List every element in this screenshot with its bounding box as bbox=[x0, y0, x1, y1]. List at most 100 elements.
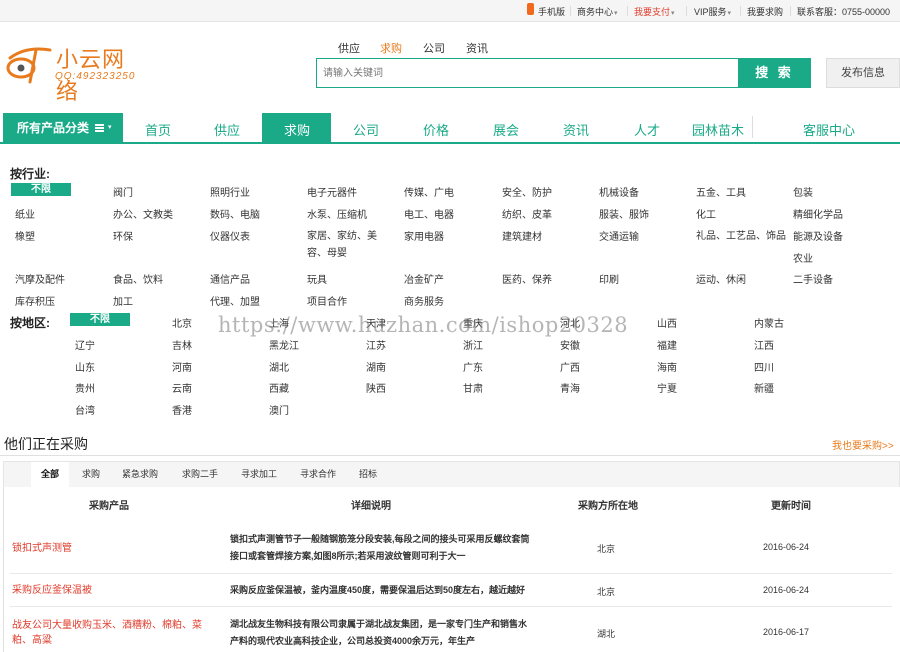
region-filter-item[interactable]: 台湾 bbox=[75, 402, 95, 417]
nav-supply[interactable]: 供应 bbox=[214, 120, 240, 139]
region-filter-item[interactable]: 江苏 bbox=[366, 337, 386, 352]
pay-menu[interactable]: 我要支付▾ bbox=[634, 5, 675, 18]
nav-home[interactable]: 首页 bbox=[145, 120, 171, 139]
region-filter-item[interactable]: 贵州 bbox=[75, 380, 95, 395]
business-center-menu[interactable]: 商务中心▾ bbox=[577, 5, 618, 18]
industry-filter-item[interactable]: 玩具 bbox=[307, 271, 327, 286]
mobile-version-link[interactable]: 手机版 bbox=[538, 5, 565, 18]
industry-filter-item[interactable]: 包装 bbox=[793, 184, 813, 199]
industry-unlimited-chip[interactable]: 不限 bbox=[11, 183, 71, 196]
industry-filter-item[interactable]: 交通运输 bbox=[599, 228, 639, 243]
purchase-tab-purchase[interactable]: 求购 bbox=[82, 467, 100, 480]
industry-filter-item[interactable]: 库存积压 bbox=[15, 293, 55, 308]
industry-filter-item[interactable]: 运动、休闲 bbox=[696, 271, 746, 286]
region-filter-item[interactable]: 重庆 bbox=[463, 315, 483, 330]
industry-filter-item[interactable]: 电工、电器 bbox=[404, 206, 454, 221]
search-tab-news[interactable]: 资讯 bbox=[466, 40, 488, 56]
site-logo[interactable]: 小云网络 QQ:492323250 bbox=[6, 40, 146, 104]
search-input[interactable] bbox=[317, 59, 738, 87]
industry-filter-item[interactable]: 五金、工具 bbox=[696, 184, 746, 199]
industry-filter-item[interactable]: 纸业 bbox=[15, 206, 35, 221]
region-filter-item[interactable]: 陕西 bbox=[366, 380, 386, 395]
industry-filter-item[interactable]: 机械设备 bbox=[599, 184, 639, 199]
region-filter-item[interactable]: 辽宁 bbox=[75, 337, 95, 352]
region-filter-item[interactable]: 湖北 bbox=[269, 359, 289, 374]
industry-filter-item[interactable]: 安全、防护 bbox=[502, 184, 552, 199]
nav-service-center[interactable]: 客服中心 bbox=[803, 120, 855, 139]
search-button[interactable]: 搜 索 bbox=[738, 58, 811, 88]
industry-filter-item[interactable]: 汽摩及配件 bbox=[15, 271, 65, 286]
region-filter-item[interactable]: 广东 bbox=[463, 359, 483, 374]
industry-filter-item[interactable]: 食品、饮料 bbox=[113, 271, 163, 286]
all-categories-button[interactable]: 所有产品分类 ▾ bbox=[3, 113, 123, 143]
industry-filter-item[interactable]: 精细化学品 bbox=[793, 206, 843, 221]
industry-filter-item[interactable]: 传媒、广电 bbox=[404, 184, 454, 199]
region-filter-item[interactable]: 上海 bbox=[269, 315, 289, 330]
region-filter-item[interactable]: 西藏 bbox=[269, 380, 289, 395]
my-purchase-link[interactable]: 我要求购 bbox=[747, 5, 783, 18]
region-filter-item[interactable]: 宁夏 bbox=[657, 380, 677, 395]
industry-filter-item[interactable]: 代理、加盟 bbox=[210, 293, 260, 308]
region-filter-item[interactable]: 北京 bbox=[172, 315, 192, 330]
region-filter-item[interactable]: 吉林 bbox=[172, 337, 192, 352]
industry-filter-item[interactable]: 水泵、压缩机 bbox=[307, 206, 367, 221]
industry-filter-item[interactable]: 冶金矿产 bbox=[404, 271, 444, 286]
region-filter-item[interactable]: 广西 bbox=[560, 359, 580, 374]
industry-filter-item[interactable]: 化工 bbox=[696, 206, 716, 221]
industry-filter-item[interactable]: 橡塑 bbox=[15, 228, 35, 243]
industry-filter-item[interactable]: 照明行业 bbox=[210, 184, 250, 199]
purchase-tab-all[interactable]: 全部 bbox=[41, 467, 59, 480]
region-filter-item[interactable]: 香港 bbox=[172, 402, 192, 417]
purchase-product-link[interactable]: 战友公司大量收购玉米、酒糟粉、棉粕、菜粕、高粱 bbox=[12, 618, 217, 648]
search-tab-purchase[interactable]: 求购 bbox=[380, 40, 402, 56]
region-filter-item[interactable]: 湖南 bbox=[366, 359, 386, 374]
i-want-purchase-link[interactable]: 我也要采购>> bbox=[832, 437, 894, 452]
industry-filter-item[interactable]: 环保 bbox=[113, 228, 133, 243]
vip-service-menu[interactable]: VIP服务▾ bbox=[694, 5, 731, 18]
purchase-tab-bidding[interactable]: 招标 bbox=[359, 467, 377, 480]
nav-company[interactable]: 公司 bbox=[353, 120, 379, 139]
region-filter-item[interactable]: 新疆 bbox=[754, 380, 774, 395]
purchase-product-link[interactable]: 锁扣式声测管 bbox=[12, 541, 217, 556]
region-filter-item[interactable]: 云南 bbox=[172, 380, 192, 395]
region-filter-item[interactable]: 山西 bbox=[657, 315, 677, 330]
region-filter-item[interactable]: 青海 bbox=[560, 380, 580, 395]
region-filter-item[interactable]: 江西 bbox=[754, 337, 774, 352]
industry-filter-item[interactable]: 能源及设备 bbox=[793, 228, 843, 243]
nav-purchase[interactable]: 求购 bbox=[284, 120, 310, 139]
region-filter-item[interactable]: 山东 bbox=[75, 359, 95, 374]
region-filter-item[interactable]: 四川 bbox=[754, 359, 774, 374]
industry-filter-item[interactable]: 医药、保养 bbox=[502, 271, 552, 286]
nav-news[interactable]: 资讯 bbox=[563, 120, 589, 139]
region-filter-item[interactable]: 内蒙古 bbox=[754, 315, 784, 330]
region-filter-item[interactable]: 天津 bbox=[366, 315, 386, 330]
search-tab-supply[interactable]: 供应 bbox=[338, 40, 360, 56]
region-filter-item[interactable]: 福建 bbox=[657, 337, 677, 352]
industry-filter-item[interactable]: 仪器仪表 bbox=[210, 228, 250, 243]
industry-filter-item[interactable]: 电子元器件 bbox=[307, 184, 357, 199]
purchase-tab-cooperation[interactable]: 寻求合作 bbox=[300, 467, 336, 480]
industry-filter-item[interactable]: 家用电器 bbox=[404, 228, 444, 243]
industry-filter-item[interactable]: 建筑建材 bbox=[502, 228, 542, 243]
region-filter-item[interactable]: 澳门 bbox=[269, 402, 289, 417]
region-filter-item[interactable]: 安徽 bbox=[560, 337, 580, 352]
nav-exhibition[interactable]: 展会 bbox=[493, 120, 519, 139]
industry-filter-item[interactable]: 礼品、工艺品、饰品 bbox=[696, 228, 786, 245]
nav-garden[interactable]: 园林苗木 bbox=[692, 120, 744, 139]
industry-filter-item[interactable]: 农业 bbox=[793, 250, 813, 265]
industry-filter-item[interactable]: 项目合作 bbox=[307, 293, 347, 308]
industry-filter-item[interactable]: 家居、家纺、美容、母婴 bbox=[307, 228, 389, 262]
industry-filter-item[interactable]: 加工 bbox=[113, 293, 133, 308]
industry-filter-item[interactable]: 纺织、皮革 bbox=[502, 206, 552, 221]
industry-filter-item[interactable]: 印刷 bbox=[599, 271, 619, 286]
region-filter-item[interactable]: 浙江 bbox=[463, 337, 483, 352]
industry-filter-item[interactable]: 阀门 bbox=[113, 184, 133, 199]
industry-filter-item[interactable]: 服装、服饰 bbox=[599, 206, 649, 221]
purchase-tab-secondhand[interactable]: 求购二手 bbox=[182, 467, 218, 480]
industry-filter-item[interactable]: 办公、文教类 bbox=[113, 206, 173, 221]
region-filter-item[interactable]: 河南 bbox=[172, 359, 192, 374]
nav-talent[interactable]: 人才 bbox=[634, 120, 660, 139]
industry-filter-item[interactable]: 通信产品 bbox=[210, 271, 250, 286]
region-filter-item[interactable]: 河北 bbox=[560, 315, 580, 330]
region-filter-item[interactable]: 黑龙江 bbox=[269, 337, 299, 352]
